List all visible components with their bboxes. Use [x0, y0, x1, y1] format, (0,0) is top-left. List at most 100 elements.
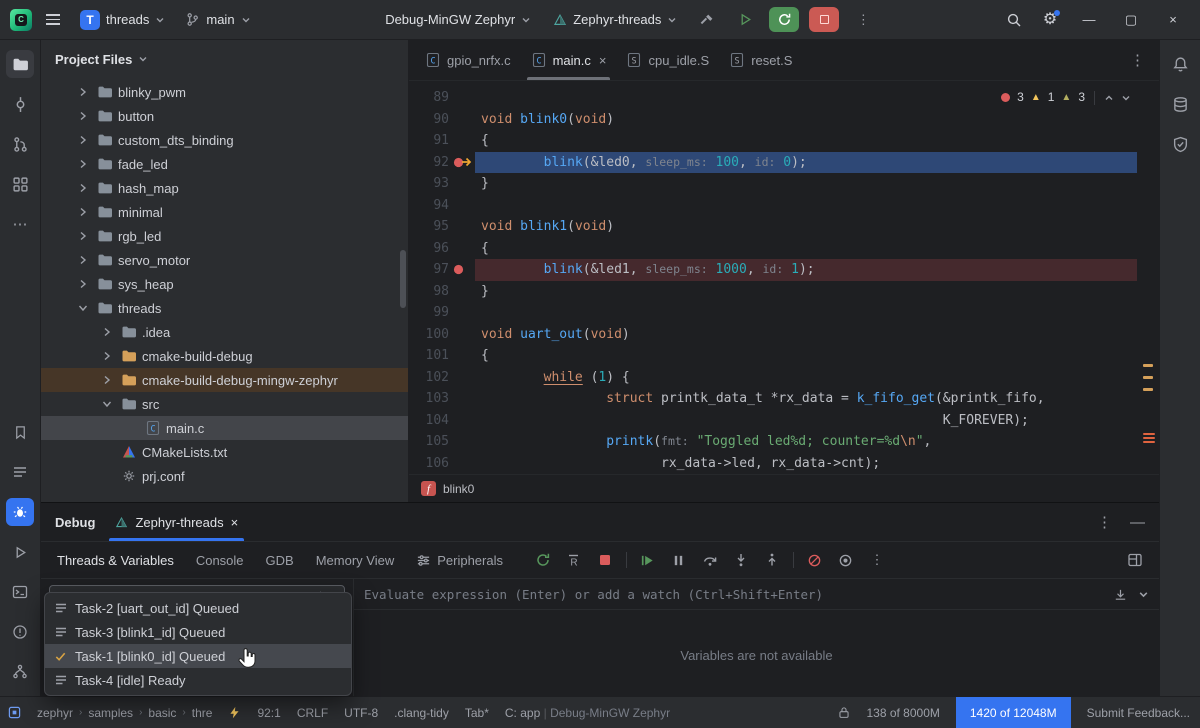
tree-item[interactable]: src [41, 392, 408, 416]
thread-option[interactable]: Task-1 [blink0_id] Queued [45, 644, 351, 668]
memory-indicator[interactable]: 1420 of 12048M [956, 697, 1071, 728]
code-line[interactable]: 100void uart_out(void) [409, 324, 1159, 346]
tree-item[interactable]: blinky_pwm [41, 80, 408, 104]
tree-chevron-icon[interactable] [75, 303, 91, 313]
window-maximize-button[interactable]: ▢ [1114, 6, 1148, 34]
tree-chevron-icon[interactable] [75, 87, 91, 97]
mute-breakpoints-button[interactable] [836, 550, 856, 570]
heap-indicator[interactable]: 138 of 8000M [866, 706, 939, 720]
tree-item[interactable]: cmake-build-debug-mingw-zephyr [41, 368, 408, 392]
view-breakpoints-button[interactable] [805, 550, 825, 570]
tool-tab-gdb[interactable]: GDB [266, 553, 294, 568]
tree-chevron-icon[interactable] [99, 375, 115, 385]
code-line[interactable]: 96{ [409, 238, 1159, 260]
breakpoint-icon[interactable] [449, 152, 475, 174]
code-line[interactable]: 101{ [409, 345, 1159, 367]
file-encoding[interactable]: UTF-8 [344, 706, 378, 720]
inspections-widget[interactable]: 3 ▲1 ▲3 [1001, 87, 1131, 109]
debug-header-more-button[interactable]: ⋮ [1097, 513, 1112, 531]
layout-settings-button[interactable] [1127, 552, 1143, 568]
more-actions-button[interactable]: ⋮ [849, 7, 877, 33]
tree-chevron-icon[interactable] [75, 135, 91, 145]
code-line[interactable]: 93} [409, 173, 1159, 195]
tree-item[interactable]: .idea [41, 320, 408, 344]
run-tool-button[interactable] [0, 532, 40, 572]
status-crumb[interactable]: samples [88, 706, 133, 720]
status-breadcrumbs[interactable]: zephyr›samples›basic›thre [37, 706, 212, 720]
code-line[interactable]: 92 blink(&led0, sleep_ms: 100, id: 0); [409, 152, 1159, 174]
thread-option[interactable]: Task-3 [blink1_id] Queued [45, 620, 351, 644]
build-button[interactable] [693, 7, 721, 33]
step-out-button[interactable] [762, 550, 782, 570]
problems-tool-button[interactable] [0, 612, 40, 652]
tree-item[interactable]: prj.conf [41, 464, 408, 488]
close-icon[interactable]: × [599, 53, 607, 68]
indent-style[interactable]: Tab* [465, 706, 489, 720]
commit-tool-button[interactable] [0, 84, 40, 124]
evaluate-input[interactable]: Evaluate expression (Enter) or add a wat… [364, 587, 1103, 602]
editor-tabs-more-button[interactable]: ⋮ [1116, 51, 1159, 69]
settings-button[interactable]: ⚙ [1036, 7, 1064, 33]
tree-item[interactable]: custom_dts_binding [41, 128, 408, 152]
error-stripe[interactable] [1143, 81, 1153, 474]
bookmarks-tool-button[interactable] [0, 412, 40, 452]
project-panel-header[interactable]: Project Files [41, 40, 408, 78]
tree-item[interactable]: cmake-build-debug [41, 344, 408, 368]
tab-main.c[interactable]: Cmain.c× [521, 40, 617, 80]
hide-panel-button[interactable]: — [1130, 514, 1145, 531]
lock-icon[interactable] [838, 706, 850, 719]
pull-requests-tool-button[interactable] [0, 124, 40, 164]
tree-chevron-icon[interactable] [75, 183, 91, 193]
evaluate-bar[interactable]: Evaluate expression (Enter) or add a wat… [354, 579, 1159, 610]
database-tool-button[interactable] [1160, 84, 1200, 124]
terminal-tool-button[interactable] [0, 572, 40, 612]
main-menu-button[interactable] [40, 7, 66, 33]
prev-problem-button[interactable] [1104, 93, 1114, 103]
code-line[interactable]: 105 printk(fmt: "Toggled led%d; counter=… [409, 431, 1159, 453]
code-line[interactable]: 103 struct printk_data_t *rx_data = k_fi… [409, 388, 1159, 410]
cmake-run-config[interactable]: C: app | Debug-MinGW Zephyr [505, 706, 670, 720]
stop-session-button[interactable] [595, 550, 615, 570]
pause-button[interactable] [669, 550, 689, 570]
tree-chevron-icon[interactable] [99, 399, 115, 409]
tool-tab-memory-view[interactable]: Memory View [316, 553, 395, 568]
branch-selector[interactable]: main [179, 9, 256, 30]
code-line[interactable]: 102 while (1) { [409, 367, 1159, 389]
code-area[interactable]: 8990void blink0(void)91{92 blink(&led0, … [409, 81, 1159, 474]
tree-item[interactable]: servo_motor [41, 248, 408, 272]
caret-position[interactable]: 92:1 [257, 706, 280, 720]
line-ending[interactable]: CRLF [297, 706, 328, 720]
tree-item[interactable]: minimal [41, 200, 408, 224]
tool-tab-console[interactable]: Console [196, 553, 244, 568]
run-config-selector[interactable]: Zephyr-threads [547, 9, 683, 30]
dependencies-tool-button[interactable] [1160, 124, 1200, 164]
next-problem-button[interactable] [1121, 93, 1131, 103]
resume-button[interactable] [638, 550, 658, 570]
code-line[interactable]: 94 [409, 195, 1159, 217]
reset-button[interactable]: R [564, 550, 584, 570]
add-watch-icon[interactable] [1113, 587, 1128, 602]
breadcrumb-function[interactable]: blink0 [443, 482, 474, 496]
status-crumb[interactable]: zephyr [37, 706, 73, 720]
rerun-debug-button[interactable] [769, 7, 799, 32]
tab-reset.S[interactable]: Sreset.S [719, 40, 802, 80]
debug-session-tab[interactable]: Zephyr-threads × [109, 503, 244, 541]
tree-item[interactable]: threads [41, 296, 408, 320]
tree-item[interactable]: fade_led [41, 152, 408, 176]
code-line[interactable]: 98} [409, 281, 1159, 303]
rerun-button[interactable] [533, 550, 553, 570]
tree-chevron-icon[interactable] [75, 231, 91, 241]
tree-item[interactable]: hash_map [41, 176, 408, 200]
cmake-profile-selector[interactable]: Debug-MinGW Zephyr [379, 9, 537, 30]
vcs-tool-button[interactable] [0, 652, 40, 692]
tree-chevron-icon[interactable] [75, 111, 91, 121]
window-minimize-button[interactable]: — [1072, 6, 1106, 34]
window-close-button[interactable]: × [1156, 6, 1190, 34]
more-tools-button[interactable]: ⋯ [0, 204, 40, 244]
run-button[interactable] [731, 7, 759, 33]
search-button[interactable] [1000, 7, 1028, 33]
debugger-more-button[interactable]: ⋮ [867, 550, 887, 570]
thread-option[interactable]: Task-2 [uart_out_id] Queued [45, 596, 351, 620]
code-line[interactable]: 106 rx_data->led, rx_data->cnt); [409, 453, 1159, 475]
code-line[interactable]: 95void blink1(void) [409, 216, 1159, 238]
